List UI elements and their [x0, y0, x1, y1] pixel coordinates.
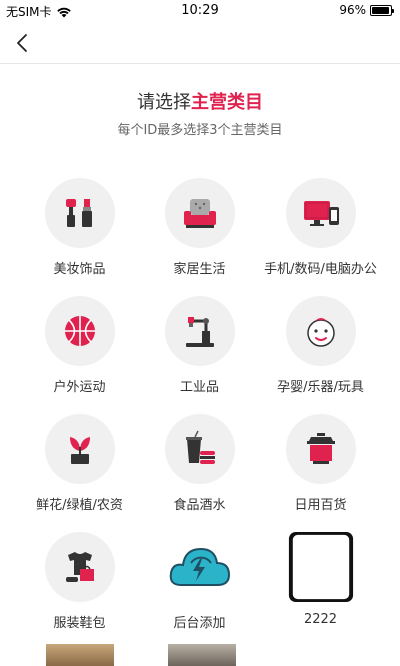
- category-icon-bg: [44, 178, 115, 248]
- category-icon-bg: [285, 178, 356, 248]
- category-food[interactable]: 食品酒水: [133, 414, 266, 524]
- category-image: [286, 532, 356, 602]
- category-label: 工业品: [179, 380, 219, 395]
- sofa-icon: [183, 199, 216, 228]
- category-home[interactable]: 家居生活: [133, 178, 266, 288]
- category-label: 服装鞋包: [53, 616, 106, 631]
- category-cosmetics[interactable]: 美妆饰品: [13, 178, 146, 288]
- category-icon-bg: [164, 178, 235, 248]
- category-label: 2222: [303, 612, 338, 627]
- food-drink-icon: [185, 430, 215, 464]
- cooking-pot-icon: [306, 433, 335, 464]
- category-label: 鲜花/绿植/农资: [36, 498, 123, 513]
- battery-percent: 96%: [339, 3, 366, 17]
- category-2222[interactable]: 2222: [254, 532, 387, 642]
- category-backend-add[interactable]: 后台添加: [133, 532, 266, 642]
- basketball-icon: [64, 316, 95, 346]
- baby-face-icon: [306, 318, 335, 347]
- clothing-icon: [65, 552, 94, 582]
- phone-image-icon: [288, 532, 353, 602]
- category-photo-partial[interactable]: [168, 644, 236, 666]
- category-label: 食品酒水: [173, 498, 226, 513]
- page-subtitle: 每个ID最多选择3个主营类目: [117, 123, 283, 138]
- category-digital[interactable]: 手机/数码/电脑办公: [254, 178, 387, 288]
- category-daily[interactable]: 日用百货: [254, 414, 387, 524]
- category-icon-bg: [285, 296, 356, 366]
- title-highlight: 主营类目: [191, 92, 263, 113]
- potted-plant-icon: [69, 437, 90, 464]
- nav-bar: [0, 22, 400, 64]
- status-bar: 无SIM卡 10:29 96%: [0, 0, 400, 22]
- category-icon-bg: [44, 414, 115, 484]
- category-label: 家居生活: [173, 262, 226, 277]
- category-icon-bg: [44, 296, 115, 366]
- category-label: 美妆饰品: [53, 262, 106, 277]
- cosmetics-icon: [65, 199, 92, 227]
- category-baby[interactable]: 孕婴/乐器/玩具: [254, 296, 387, 406]
- category-icon-bg: [164, 414, 235, 484]
- battery-fill: [372, 6, 390, 14]
- category-label: 孕婴/乐器/玩具: [277, 380, 364, 395]
- category-industrial[interactable]: 工业品: [133, 296, 266, 406]
- battery-icon: [370, 4, 394, 16]
- title-prefix: 请选择: [137, 92, 191, 113]
- category-icon-bg: [44, 532, 115, 602]
- page-title: 请选择主营类目: [0, 88, 400, 114]
- category-photo-partial[interactable]: [46, 644, 114, 666]
- battery-status: 96%: [339, 3, 394, 17]
- category-clothing[interactable]: 服装鞋包: [13, 532, 146, 642]
- category-flowers[interactable]: 鲜花/绿植/农资: [13, 414, 146, 524]
- category-label: 后台添加: [173, 616, 226, 631]
- category-icon-bg: [285, 414, 356, 484]
- robot-arm-icon: [185, 317, 214, 347]
- computer-icon: [303, 201, 339, 226]
- category-icon-bg: [164, 296, 235, 366]
- category-outdoor[interactable]: 户外运动: [13, 296, 146, 406]
- category-label: 日用百货: [294, 498, 347, 513]
- back-button[interactable]: [10, 30, 36, 56]
- category-label: 手机/数码/电脑办公: [264, 262, 377, 277]
- cloud-icon: [169, 547, 230, 586]
- category-icon-bg: [165, 532, 235, 602]
- chevron-left-icon: [17, 34, 27, 52]
- category-label: 户外运动: [53, 380, 106, 395]
